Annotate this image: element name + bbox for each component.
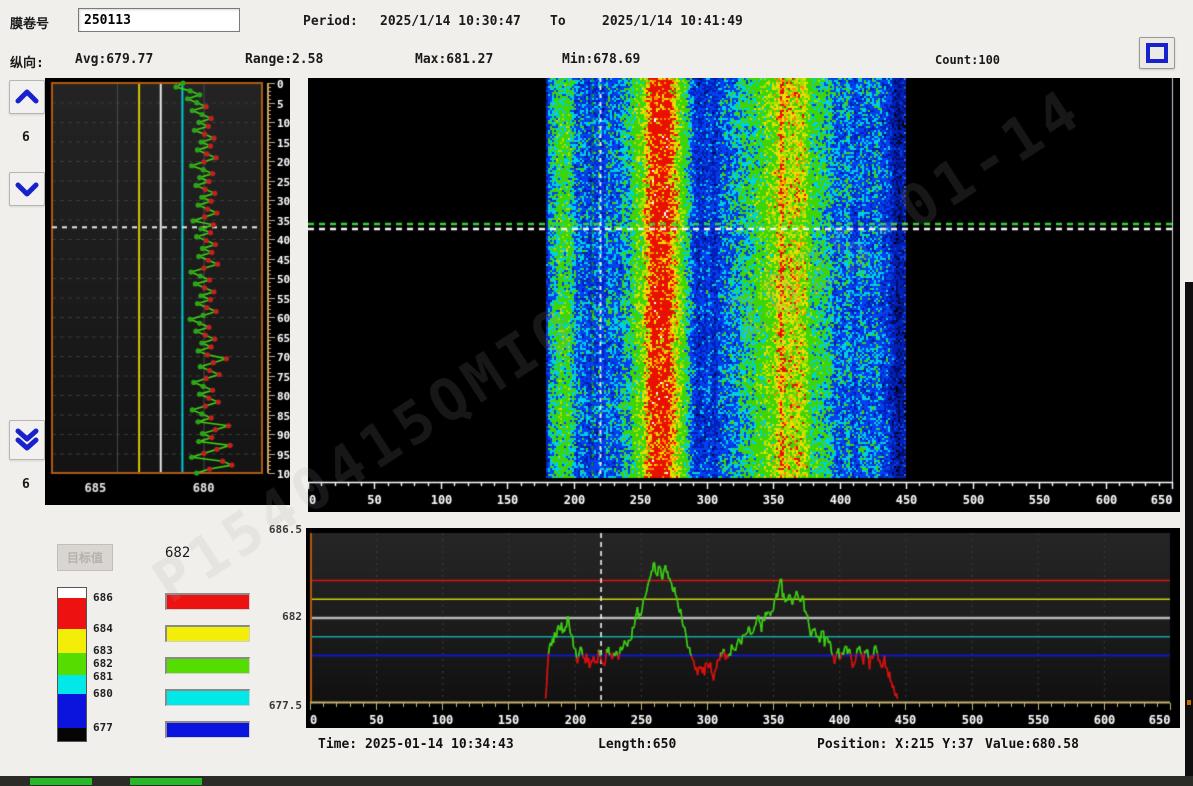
scan-bottom-button[interactable] xyxy=(9,420,45,460)
color-scale-label: 683 xyxy=(93,644,113,657)
legend-color-bar xyxy=(165,689,250,706)
fullscreen-button[interactable] xyxy=(1139,37,1175,69)
legend-color-bar xyxy=(165,657,250,674)
app-window: 膜卷号 Period: 2025/1/14 10:30:47 To 2025/1… xyxy=(0,0,1193,786)
color-scale-label: 681 xyxy=(93,670,113,683)
cd-ymax-label: 686.5 xyxy=(262,523,302,536)
stat-avg: Avg:679.77 xyxy=(75,52,153,67)
period-start: 2025/1/14 10:30:47 xyxy=(380,14,521,29)
target-value: 682 xyxy=(165,545,190,561)
status-time: Time: 2025-01-14 10:34:43 xyxy=(318,737,514,752)
legend-color-bar xyxy=(165,721,250,738)
taskbar-sliver[interactable] xyxy=(0,776,1193,786)
stat-min: Min:678.69 xyxy=(562,52,640,67)
color-scale-segment xyxy=(58,598,86,629)
color-scale-label: 684 xyxy=(93,622,113,635)
color-scale xyxy=(57,587,87,742)
stat-count: Count:100 xyxy=(935,53,1000,67)
chevron-down-icon xyxy=(15,180,39,198)
chevron-up-icon xyxy=(15,88,39,106)
scan-up-button[interactable] xyxy=(9,80,45,114)
color-scale-segment xyxy=(58,629,86,653)
legend-color-bar xyxy=(165,625,250,642)
stat-max: Max:681.27 xyxy=(415,52,493,67)
channel-number-top: 6 xyxy=(22,130,30,145)
legend-color-bar xyxy=(165,593,250,610)
cd-ymid-label: 682 xyxy=(262,610,302,623)
color-scale-label: 686 xyxy=(93,591,113,604)
md-chart-canvas[interactable] xyxy=(45,78,290,505)
color-scale-label: 680 xyxy=(93,687,113,700)
target-value-button[interactable]: 目标值 xyxy=(57,544,113,571)
chevrons-down-icon xyxy=(15,427,39,453)
color-scale-segment xyxy=(58,588,86,598)
taskbar-item[interactable] xyxy=(130,778,202,785)
heatmap-canvas[interactable] xyxy=(308,78,1180,512)
color-scale-label: 682 xyxy=(93,657,113,670)
right-edge-strip xyxy=(1185,282,1193,786)
color-scale-segment xyxy=(58,653,86,675)
status-value: Value:680.58 xyxy=(985,737,1079,752)
roll-number-label: 膜卷号 xyxy=(10,13,49,32)
cd-chart-canvas[interactable] xyxy=(306,528,1180,728)
color-scale-segment xyxy=(58,728,86,741)
roll-number-input[interactable] xyxy=(78,8,240,32)
color-scale-segment xyxy=(58,694,86,728)
scan-down-button[interactable] xyxy=(9,172,45,206)
period-end: 2025/1/14 10:41:49 xyxy=(602,14,743,29)
channel-number-bottom: 6 xyxy=(22,477,30,492)
direction-label: 纵向: xyxy=(10,52,44,71)
period-label: Period: xyxy=(303,14,358,29)
right-edge-indicator xyxy=(1187,700,1191,705)
status-position: Position: X:215 Y:37 xyxy=(817,737,974,752)
color-scale-label: 677 xyxy=(93,721,113,734)
color-scale-segment xyxy=(58,675,86,694)
status-length: Length:650 xyxy=(598,737,676,752)
taskbar-item[interactable] xyxy=(30,778,92,785)
to-label: To xyxy=(550,14,566,29)
stat-range: Range:2.58 xyxy=(245,52,323,67)
cd-ymin-label: 677.5 xyxy=(262,699,302,712)
